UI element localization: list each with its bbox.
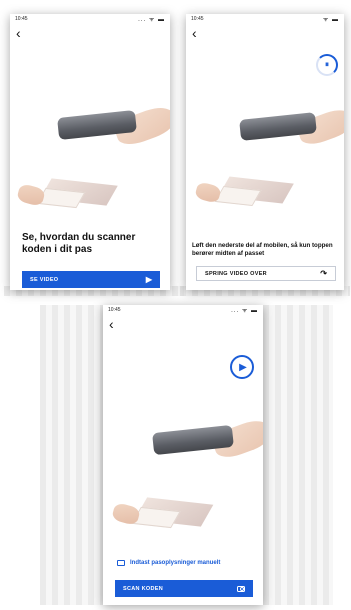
status-time: 10:45 (15, 16, 28, 22)
back-chevron-icon[interactable]: ‹ (16, 26, 21, 40)
manual-entry-link[interactable]: Indtast pasoplysninger manuelt (117, 560, 220, 566)
headline: Se, hvordan du scanner koden i dit pas (22, 232, 136, 255)
status-bar: 10:45 ᯤ ▬ (186, 14, 344, 24)
back-chevron-icon[interactable]: ‹ (109, 317, 114, 331)
passport-page-illustration (214, 185, 262, 207)
screen-see-video: 10:45 ... ᯤ ▬ ‹ Se, hvordan du scanner k… (10, 14, 170, 290)
button-label: SPRING VIDEO OVER (205, 270, 267, 277)
camera-icon (237, 585, 245, 592)
status-time: 10:45 (191, 16, 204, 22)
button-label: SE VIDEO (30, 276, 59, 283)
illustration (10, 54, 170, 234)
back-chevron-icon[interactable]: ‹ (192, 26, 197, 40)
button-label: SCAN KODEN (123, 585, 163, 592)
shadow-decor (263, 305, 333, 605)
instruction-text: Løft den nederste del af mobilen, så kun… (192, 242, 333, 257)
status-bar: 10:45 ... ᯤ ▬ (10, 14, 170, 24)
status-icons: ᯤ ▬ (322, 17, 339, 23)
skip-arrow-icon: ↷ (320, 269, 327, 278)
manual-entry-label: Indtast pasoplysninger manuelt (130, 560, 221, 566)
illustration (103, 355, 263, 555)
screen-scan-code: 10:45 ... ᯤ ▬ ‹ ▶ Indtast pasoplysninger… (103, 305, 263, 605)
passport-page-illustration (131, 506, 181, 529)
keyboard-icon (117, 560, 125, 566)
see-video-button[interactable]: SE VIDEO ▶ (22, 271, 160, 288)
play-icon: ▶ (145, 275, 152, 284)
illustration (186, 54, 344, 234)
shadow-decor (40, 305, 103, 605)
status-bar: 10:45 ... ᯤ ▬ (103, 305, 263, 315)
status-time: 10:45 (108, 307, 121, 313)
passport-page-illustration (36, 187, 86, 209)
screen-video-playing: 10:45 ᯤ ▬ ‹ ⏸ Løft den nederste del af m… (186, 14, 344, 290)
status-icons: ... ᯤ ▬ (138, 17, 165, 23)
status-icons: ... ᯤ ▬ (231, 308, 258, 314)
scan-code-button[interactable]: SCAN KODEN (115, 580, 253, 597)
skip-video-button[interactable]: SPRING VIDEO OVER ↷ (196, 266, 336, 281)
